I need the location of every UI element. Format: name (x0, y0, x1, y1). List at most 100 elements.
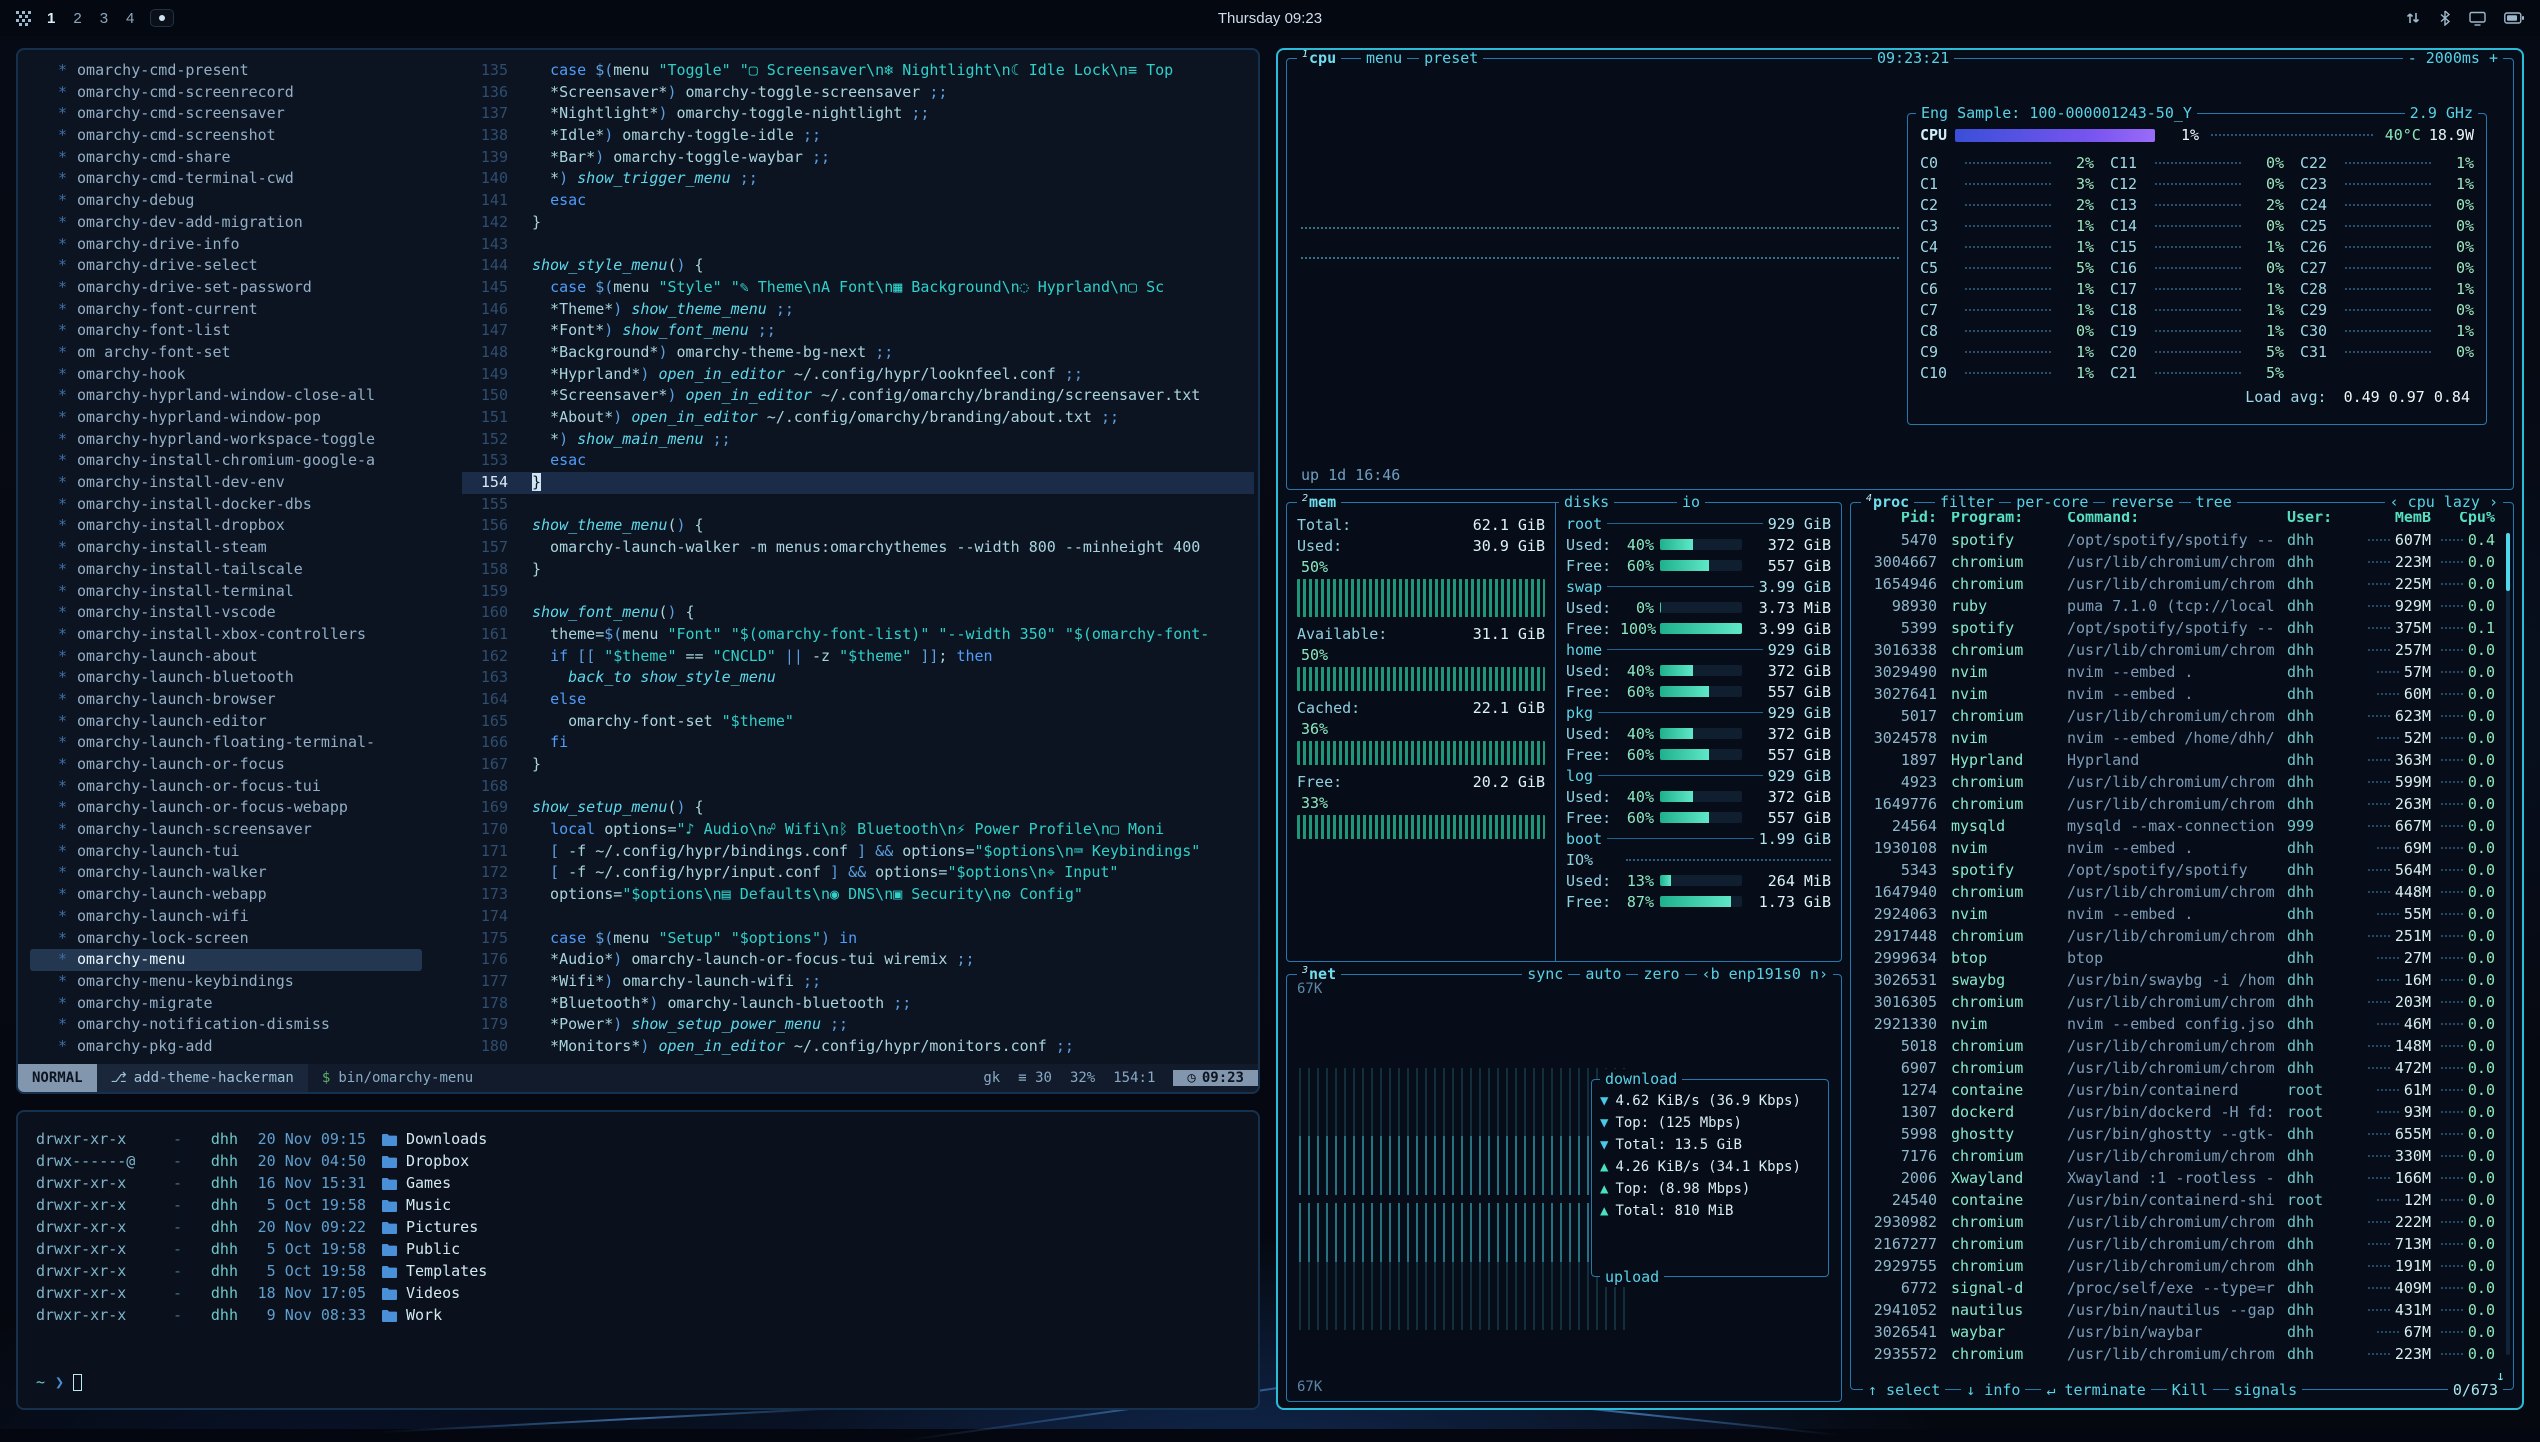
process-row[interactable]: 2917448chromium/usr/lib/chromium/chromdh… (1861, 925, 2503, 947)
process-row[interactable]: 3016338chromium/usr/lib/chromium/chromdh… (1861, 639, 2503, 661)
code-line[interactable]: 146 *Theme*) show_theme_menu ;; (458, 299, 1258, 321)
process-row[interactable]: 2167277chromium/usr/lib/chromium/chromdh… (1861, 1233, 2503, 1255)
cpu-button[interactable]: preset (1419, 48, 1483, 68)
code-line[interactable]: 137 *Nightlight*) omarchy-toggle-nightli… (458, 103, 1258, 125)
process-panel-title[interactable]: 4proc (1861, 492, 1914, 512)
file-list-item[interactable]: *omarchy-menu (18, 949, 458, 971)
file-list-item[interactable]: *omarchy-launch-bluetooth (18, 667, 458, 689)
file-list-item[interactable]: *omarchy-dev-add-migration (18, 212, 458, 234)
code-line[interactable]: 145 case $(menu "Style" "✎ Theme\nA Font… (458, 277, 1258, 299)
file-list-item[interactable]: *omarchy-launch-or-focus-webapp (18, 797, 458, 819)
file-list-item[interactable]: *omarchy-cmd-terminal-cwd (18, 168, 458, 190)
process-row[interactable]: 3029490nvimnvim --embed .dhh57M0.0 (1861, 661, 2503, 683)
process-row[interactable]: 2924063nvimnvim --embed .dhh55M0.0 (1861, 903, 2503, 925)
file-list-item[interactable]: *omarchy-install-vscode (18, 602, 458, 624)
battery-icon[interactable] (2504, 12, 2524, 24)
code-line[interactable]: 148 *Background*) omarchy-theme-bg-next … (458, 342, 1258, 364)
workspace-1[interactable]: 1 (47, 10, 55, 27)
code-line[interactable]: 167} (458, 754, 1258, 776)
code-line[interactable]: 157 omarchy-launch-walker -m menus:omarc… (458, 537, 1258, 559)
code-line[interactable]: 166 fi (458, 732, 1258, 754)
code-line[interactable]: 168 (458, 776, 1258, 798)
shell-prompt[interactable]: ~ ❯ (36, 1370, 1240, 1394)
file-list-item[interactable]: *omarchy-hyprland-window-close-all (18, 385, 458, 407)
process-row[interactable]: 1274containe/usr/bin/containerdroot61M0.… (1861, 1079, 2503, 1101)
file-list-item[interactable]: *omarchy-drive-select (18, 255, 458, 277)
file-list-item[interactable]: *omarchy-drive-set-password (18, 277, 458, 299)
process-row[interactable]: 24540containe/usr/bin/containerd-shiroot… (1861, 1189, 2503, 1211)
file-list-item[interactable]: *omarchy-cmd-screensaver (18, 103, 458, 125)
code-line[interactable]: 160show_font_menu() { (458, 602, 1258, 624)
process-row[interactable]: 3016305chromium/usr/lib/chromium/chromdh… (1861, 991, 2503, 1013)
process-row[interactable]: 1307dockerd/usr/bin/dockerd -H fd:root93… (1861, 1101, 2503, 1123)
process-row[interactable]: 2999634btopbtopdhh27M0.0 (1861, 947, 2503, 969)
code-line[interactable]: 135 case $(menu "Toggle" "▢ Screensaver\… (458, 60, 1258, 82)
file-explorer[interactable]: *omarchy-cmd-present*omarchy-cmd-screenr… (18, 60, 458, 1064)
process-row[interactable]: 3004667chromium/usr/lib/chromium/chromdh… (1861, 551, 2503, 573)
process-row[interactable]: 2921330nvimnvim --embed config.jsodhh46M… (1861, 1013, 2503, 1035)
code-line[interactable]: 149 *Hyprland*) open_in_editor ~/.config… (458, 364, 1258, 386)
file-list-item[interactable]: *omarchy-install-docker-dbs (18, 494, 458, 516)
process-row[interactable]: 1654946chromium/usr/lib/chromium/chromdh… (1861, 573, 2503, 595)
code-line[interactable]: 154} (458, 472, 1258, 494)
workspace-2[interactable]: 2 (73, 10, 81, 27)
code-line[interactable]: 175 case $(menu "Setup" "$options") in (458, 928, 1258, 950)
file-list-item[interactable]: *omarchy-install-chromium-google-a (18, 450, 458, 472)
code-buffer[interactable]: 135 case $(menu "Toggle" "▢ Screensaver\… (458, 60, 1258, 1064)
process-row[interactable]: 1897HyprlandHyprlanddhh363M0.0 (1861, 749, 2503, 771)
file-list-item[interactable]: *omarchy-font-current (18, 299, 458, 321)
process-row[interactable]: 5399spotify/opt/spotify/spotify --dhh375… (1861, 617, 2503, 639)
process-row[interactable]: 5470spotify/opt/spotify/spotify --dhh607… (1861, 529, 2503, 551)
file-list-item[interactable]: *omarchy-launch-walker (18, 862, 458, 884)
process-row[interactable]: 1647940chromium/usr/lib/chromium/chromdh… (1861, 881, 2503, 903)
code-line[interactable]: 136 *Screensaver*) omarchy-toggle-screen… (458, 82, 1258, 104)
process-row[interactable]: 6772signal-d/proc/self/exe --type=rdhh40… (1861, 1277, 2503, 1299)
file-list-item[interactable]: *omarchy-font-list (18, 320, 458, 342)
proc-footer-key[interactable]: ↓ info (1961, 1380, 2025, 1400)
memory-panel-title[interactable]: 2mem (1297, 492, 1341, 512)
code-line[interactable]: 150 *Screensaver*) open_in_editor ~/.con… (458, 385, 1258, 407)
file-list-item[interactable]: *omarchy-hyprland-window-pop (18, 407, 458, 429)
code-line[interactable]: 162 if [[ "$theme" == "CNCLD" || -z "$th… (458, 646, 1258, 668)
net-button[interactable]: auto (1580, 964, 1626, 984)
file-list-item[interactable]: *omarchy-launch-tui (18, 841, 458, 863)
net-button[interactable]: sync (1522, 964, 1568, 984)
file-list-item[interactable]: *om archy-font-set (18, 342, 458, 364)
code-line[interactable]: 161 theme=$(menu "Font" "$(omarchy-font-… (458, 624, 1258, 646)
net-button[interactable]: zero (1638, 964, 1684, 984)
file-list-item[interactable]: *omarchy-launch-or-focus (18, 754, 458, 776)
code-line[interactable]: 139 *Bar*) omarchy-toggle-waybar ;; (458, 147, 1258, 169)
code-line[interactable]: 151 *About*) open_in_editor ~/.config/om… (458, 407, 1258, 429)
screenshare-icon[interactable] (2405, 10, 2421, 26)
proc-footer-key[interactable]: ↑ select (1863, 1380, 1945, 1400)
file-list-item[interactable]: *omarchy-cmd-share (18, 147, 458, 169)
code-line[interactable]: 170 local options="♪ Audio\n☍ Wifi\nᛒ Bl… (458, 819, 1258, 841)
code-line[interactable]: 143 (458, 234, 1258, 256)
file-list-item[interactable]: *omarchy-cmd-screenrecord (18, 82, 458, 104)
proc-button[interactable]: filter (1935, 492, 1999, 512)
process-row[interactable]: 2941052nautilus/usr/bin/nautilus --gapdh… (1861, 1299, 2503, 1321)
process-row[interactable]: 6907chromium/usr/lib/chromium/chromdhh47… (1861, 1057, 2503, 1079)
process-row[interactable]: 5017chromium/usr/lib/chromium/chromdhh62… (1861, 705, 2503, 727)
file-list-item[interactable]: *omarchy-launch-screensaver (18, 819, 458, 841)
process-row[interactable]: 3027641nvimnvim --embed .dhh60M0.0 (1861, 683, 2503, 705)
file-list-item[interactable]: *omarchy-cmd-present (18, 60, 458, 82)
cpu-panel-title[interactable]: 1cpu (1297, 48, 1341, 68)
process-row[interactable]: 3024578nvimnvim --embed /home/dhh/dhh52M… (1861, 727, 2503, 749)
process-row[interactable]: 3026531swaybg/usr/bin/swaybg -i /homdhh1… (1861, 969, 2503, 991)
bluetooth-icon[interactable] (2439, 10, 2451, 26)
process-row[interactable]: 2929755chromium/usr/lib/chromium/chromdh… (1861, 1255, 2503, 1277)
code-line[interactable]: 152 *) show_main_menu ;; (458, 429, 1258, 451)
code-line[interactable]: 153 esac (458, 450, 1258, 472)
sort-selector[interactable]: ‹ cpu lazy › (2385, 492, 2503, 512)
code-line[interactable]: 173 options="$options\n▤ Defaults\n◉ DNS… (458, 884, 1258, 906)
active-app-indicator[interactable] (150, 9, 174, 27)
process-row[interactable]: 7176chromium/usr/lib/chromium/chromdhh33… (1861, 1145, 2503, 1167)
process-row[interactable]: 1649776chromium/usr/lib/chromium/chromdh… (1861, 793, 2503, 815)
code-line[interactable]: 155 (458, 494, 1258, 516)
process-row[interactable]: 3026541waybar/usr/bin/waybardhh67M0.0 (1861, 1321, 2503, 1343)
proc-footer-key[interactable]: signals (2229, 1380, 2302, 1400)
code-line[interactable]: 142} (458, 212, 1258, 234)
disks-tab[interactable]: disks (1559, 492, 1614, 512)
file-list-item[interactable]: *omarchy-launch-wifi (18, 906, 458, 928)
